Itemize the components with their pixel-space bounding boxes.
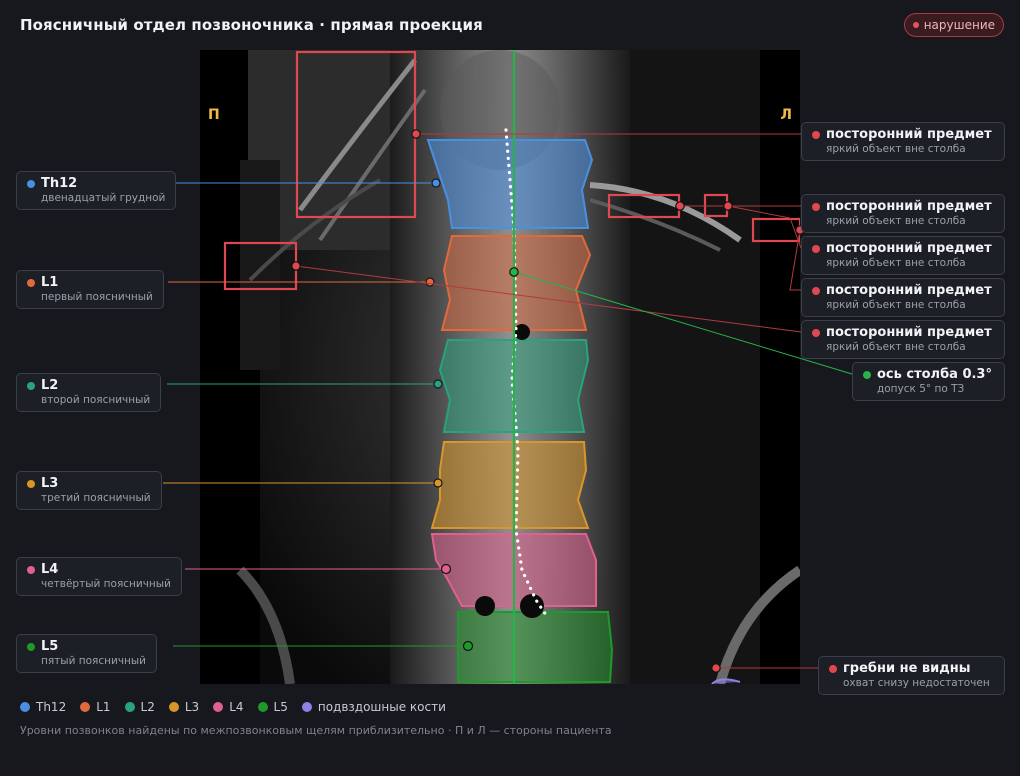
- finding-card[interactable]: посторонний предмет яркий объект вне сто…: [801, 236, 1005, 275]
- legend-item-l3: L3: [168, 700, 200, 714]
- axis-card[interactable]: ось столба 0.3° допуск 5° по ТЗ: [852, 362, 1005, 401]
- l5-dot-icon: [27, 642, 35, 651]
- callout-label: L5: [41, 639, 59, 654]
- crests-desc: охват снизу недостаточен: [843, 677, 990, 689]
- footnote: Уровни позвонков найдены по межпозвонков…: [20, 724, 612, 737]
- alert-dot-icon: [812, 244, 820, 253]
- callout-desc: первый поясничный: [41, 291, 153, 303]
- alert-dot-icon: [812, 130, 820, 139]
- legend-item-l5: L5: [257, 700, 288, 714]
- legend-label: подвздошные кости: [317, 700, 446, 714]
- callout-label: L2: [41, 378, 59, 393]
- alert-dot-icon: [812, 202, 820, 211]
- legend-label: L3: [184, 700, 200, 714]
- finding-desc: яркий объект вне столба: [826, 299, 966, 311]
- callout-label: L3: [41, 476, 59, 491]
- th12-dot-icon: [27, 179, 35, 188]
- finding-title: посторонний предмет: [826, 127, 992, 142]
- legend-item-l1: L1: [80, 700, 111, 714]
- callout-desc: третий поясничный: [41, 492, 151, 504]
- legend-item-iliac: подвздошные кости: [301, 700, 446, 714]
- legend: Th12 L1 L2 L3 L4 L5 подвздошные кости: [20, 700, 446, 714]
- finding-card[interactable]: посторонний предмет яркий объект вне сто…: [801, 320, 1005, 359]
- axis-dot-icon: [863, 370, 871, 379]
- callout-desc: второй поясничный: [41, 394, 151, 406]
- callout-label: L4: [41, 562, 59, 577]
- l3-legend-dot-icon: [168, 702, 179, 712]
- callout-desc: двенадцатый грудной: [41, 192, 166, 204]
- alert-dot-icon: [812, 328, 820, 337]
- legend-item-l2: L2: [124, 700, 155, 714]
- callout-l1[interactable]: L1 первый поясничный: [16, 270, 164, 309]
- finding-card[interactable]: посторонний предмет яркий объект вне сто…: [801, 122, 1005, 161]
- l3-dot-icon: [27, 479, 35, 488]
- l1-dot-icon: [27, 278, 35, 287]
- l5-legend-dot-icon: [257, 702, 268, 712]
- callout-label: Th12: [41, 176, 78, 191]
- crests-title: гребни не видны: [843, 661, 971, 676]
- finding-card[interactable]: посторонний предмет яркий объект вне сто…: [801, 278, 1005, 317]
- iliac-legend-dot-icon: [301, 702, 312, 712]
- crests-card[interactable]: гребни не видны охват снизу недостаточен: [818, 656, 1005, 695]
- finding-desc: яркий объект вне столба: [826, 143, 966, 155]
- alert-dot-icon: [829, 664, 837, 673]
- callout-l5[interactable]: L5 пятый поясничный: [16, 634, 157, 673]
- l2-legend-dot-icon: [124, 702, 135, 712]
- callout-l2[interactable]: L2 второй поясничный: [16, 373, 162, 412]
- axis-desc: допуск 5° по ТЗ: [877, 383, 965, 395]
- l1-legend-dot-icon: [80, 702, 91, 712]
- finding-desc: яркий объект вне столба: [826, 215, 966, 227]
- l4-legend-dot-icon: [213, 702, 224, 712]
- finding-title: посторонний предмет: [826, 283, 992, 298]
- legend-item-l4: L4: [213, 700, 244, 714]
- callout-desc: четвёртый поясничный: [41, 578, 171, 590]
- finding-desc: яркий объект вне столба: [826, 341, 966, 353]
- finding-desc: яркий объект вне столба: [826, 257, 966, 269]
- finding-title: посторонний предмет: [826, 199, 992, 214]
- th12-legend-dot-icon: [20, 702, 30, 712]
- callout-th12[interactable]: Th12 двенадцатый грудной: [16, 171, 177, 210]
- legend-label: L5: [273, 700, 288, 714]
- finding-title: посторонний предмет: [826, 241, 992, 256]
- callout-label: L1: [41, 275, 59, 290]
- callout-desc: пятый поясничный: [41, 655, 146, 667]
- legend-label: Th12: [36, 700, 67, 714]
- legend-label: L1: [96, 700, 111, 714]
- callout-l4[interactable]: L4 четвёртый поясничный: [16, 557, 182, 596]
- legend-item-th12: Th12: [20, 700, 66, 714]
- legend-label: L4: [229, 700, 244, 714]
- callout-l3[interactable]: L3 третий поясничный: [16, 471, 162, 510]
- l2-dot-icon: [27, 381, 35, 390]
- finding-card[interactable]: посторонний предмет яркий объект вне сто…: [801, 194, 1005, 233]
- l4-dot-icon: [27, 565, 35, 574]
- alert-dot-icon: [812, 286, 820, 295]
- axis-title: ось столба 0.3°: [877, 367, 992, 382]
- finding-title: посторонний предмет: [826, 325, 992, 340]
- legend-label: L2: [140, 700, 155, 714]
